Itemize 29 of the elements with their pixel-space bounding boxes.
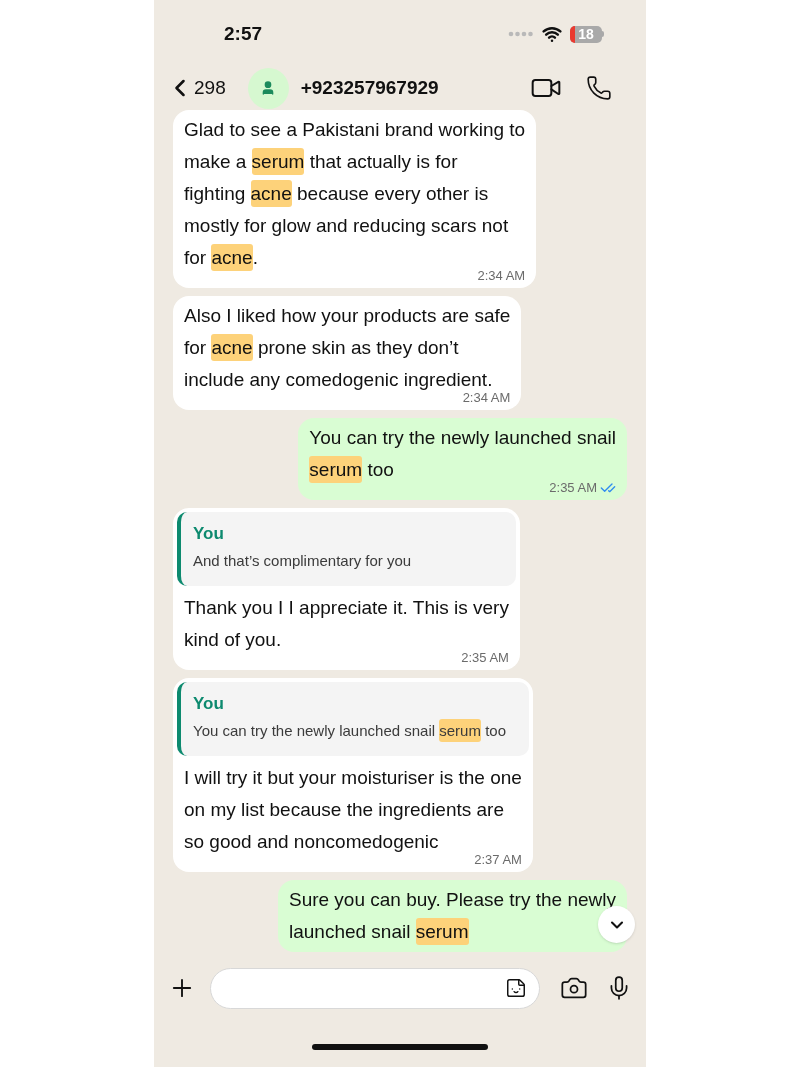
contact-avatar[interactable] <box>247 67 289 109</box>
highlighted-word: acne <box>211 334 253 361</box>
message-input-field[interactable] <box>210 967 540 1009</box>
message-text: I will try it but your moisturiser is the one on my list because the ingredients are so good and noncomedogenic <box>184 766 522 854</box>
quote-author: You <box>193 693 225 715</box>
message-text: Thank you I I appreciate it. This is very kind of you. <box>184 596 509 652</box>
battery-level: 18 <box>578 27 594 41</box>
highlighted-word: acne <box>211 244 253 271</box>
sticker-icon[interactable] <box>505 977 527 999</box>
message-time: 2:35 AM <box>461 650 509 666</box>
signal-icon <box>508 31 534 37</box>
wifi-icon <box>542 24 562 44</box>
quoted-message[interactable]: You You can try the newly launched snail serum too <box>177 682 529 756</box>
quote-text: You can try the newly launched snail serum too <box>193 716 517 746</box>
highlighted-word: serum <box>251 148 305 175</box>
contact-name[interactable]: +923257967929 <box>300 73 530 103</box>
highlighted-word: serum <box>415 918 469 945</box>
highlighted-word: acne <box>250 180 292 207</box>
highlighted-word: serum <box>439 719 481 742</box>
quote-author: You <box>193 523 225 545</box>
message-text: Also I liked how your products are safe for acne prone skin as they don’t include any comedogenic ingredient. <box>184 304 511 392</box>
phone-call-icon[interactable] <box>586 75 612 101</box>
quoted-message[interactable]: You And that’s complimentary for you <box>177 512 516 586</box>
message-time: 2:34 AM <box>462 390 511 406</box>
quote-text: And that’s complimentary for you <box>193 551 413 571</box>
highlighted-word: serum <box>309 456 363 483</box>
status-time: 2:57 <box>224 21 263 46</box>
back-button[interactable]: 298 <box>166 73 226 103</box>
message-time: 2:37 AM <box>474 852 522 868</box>
